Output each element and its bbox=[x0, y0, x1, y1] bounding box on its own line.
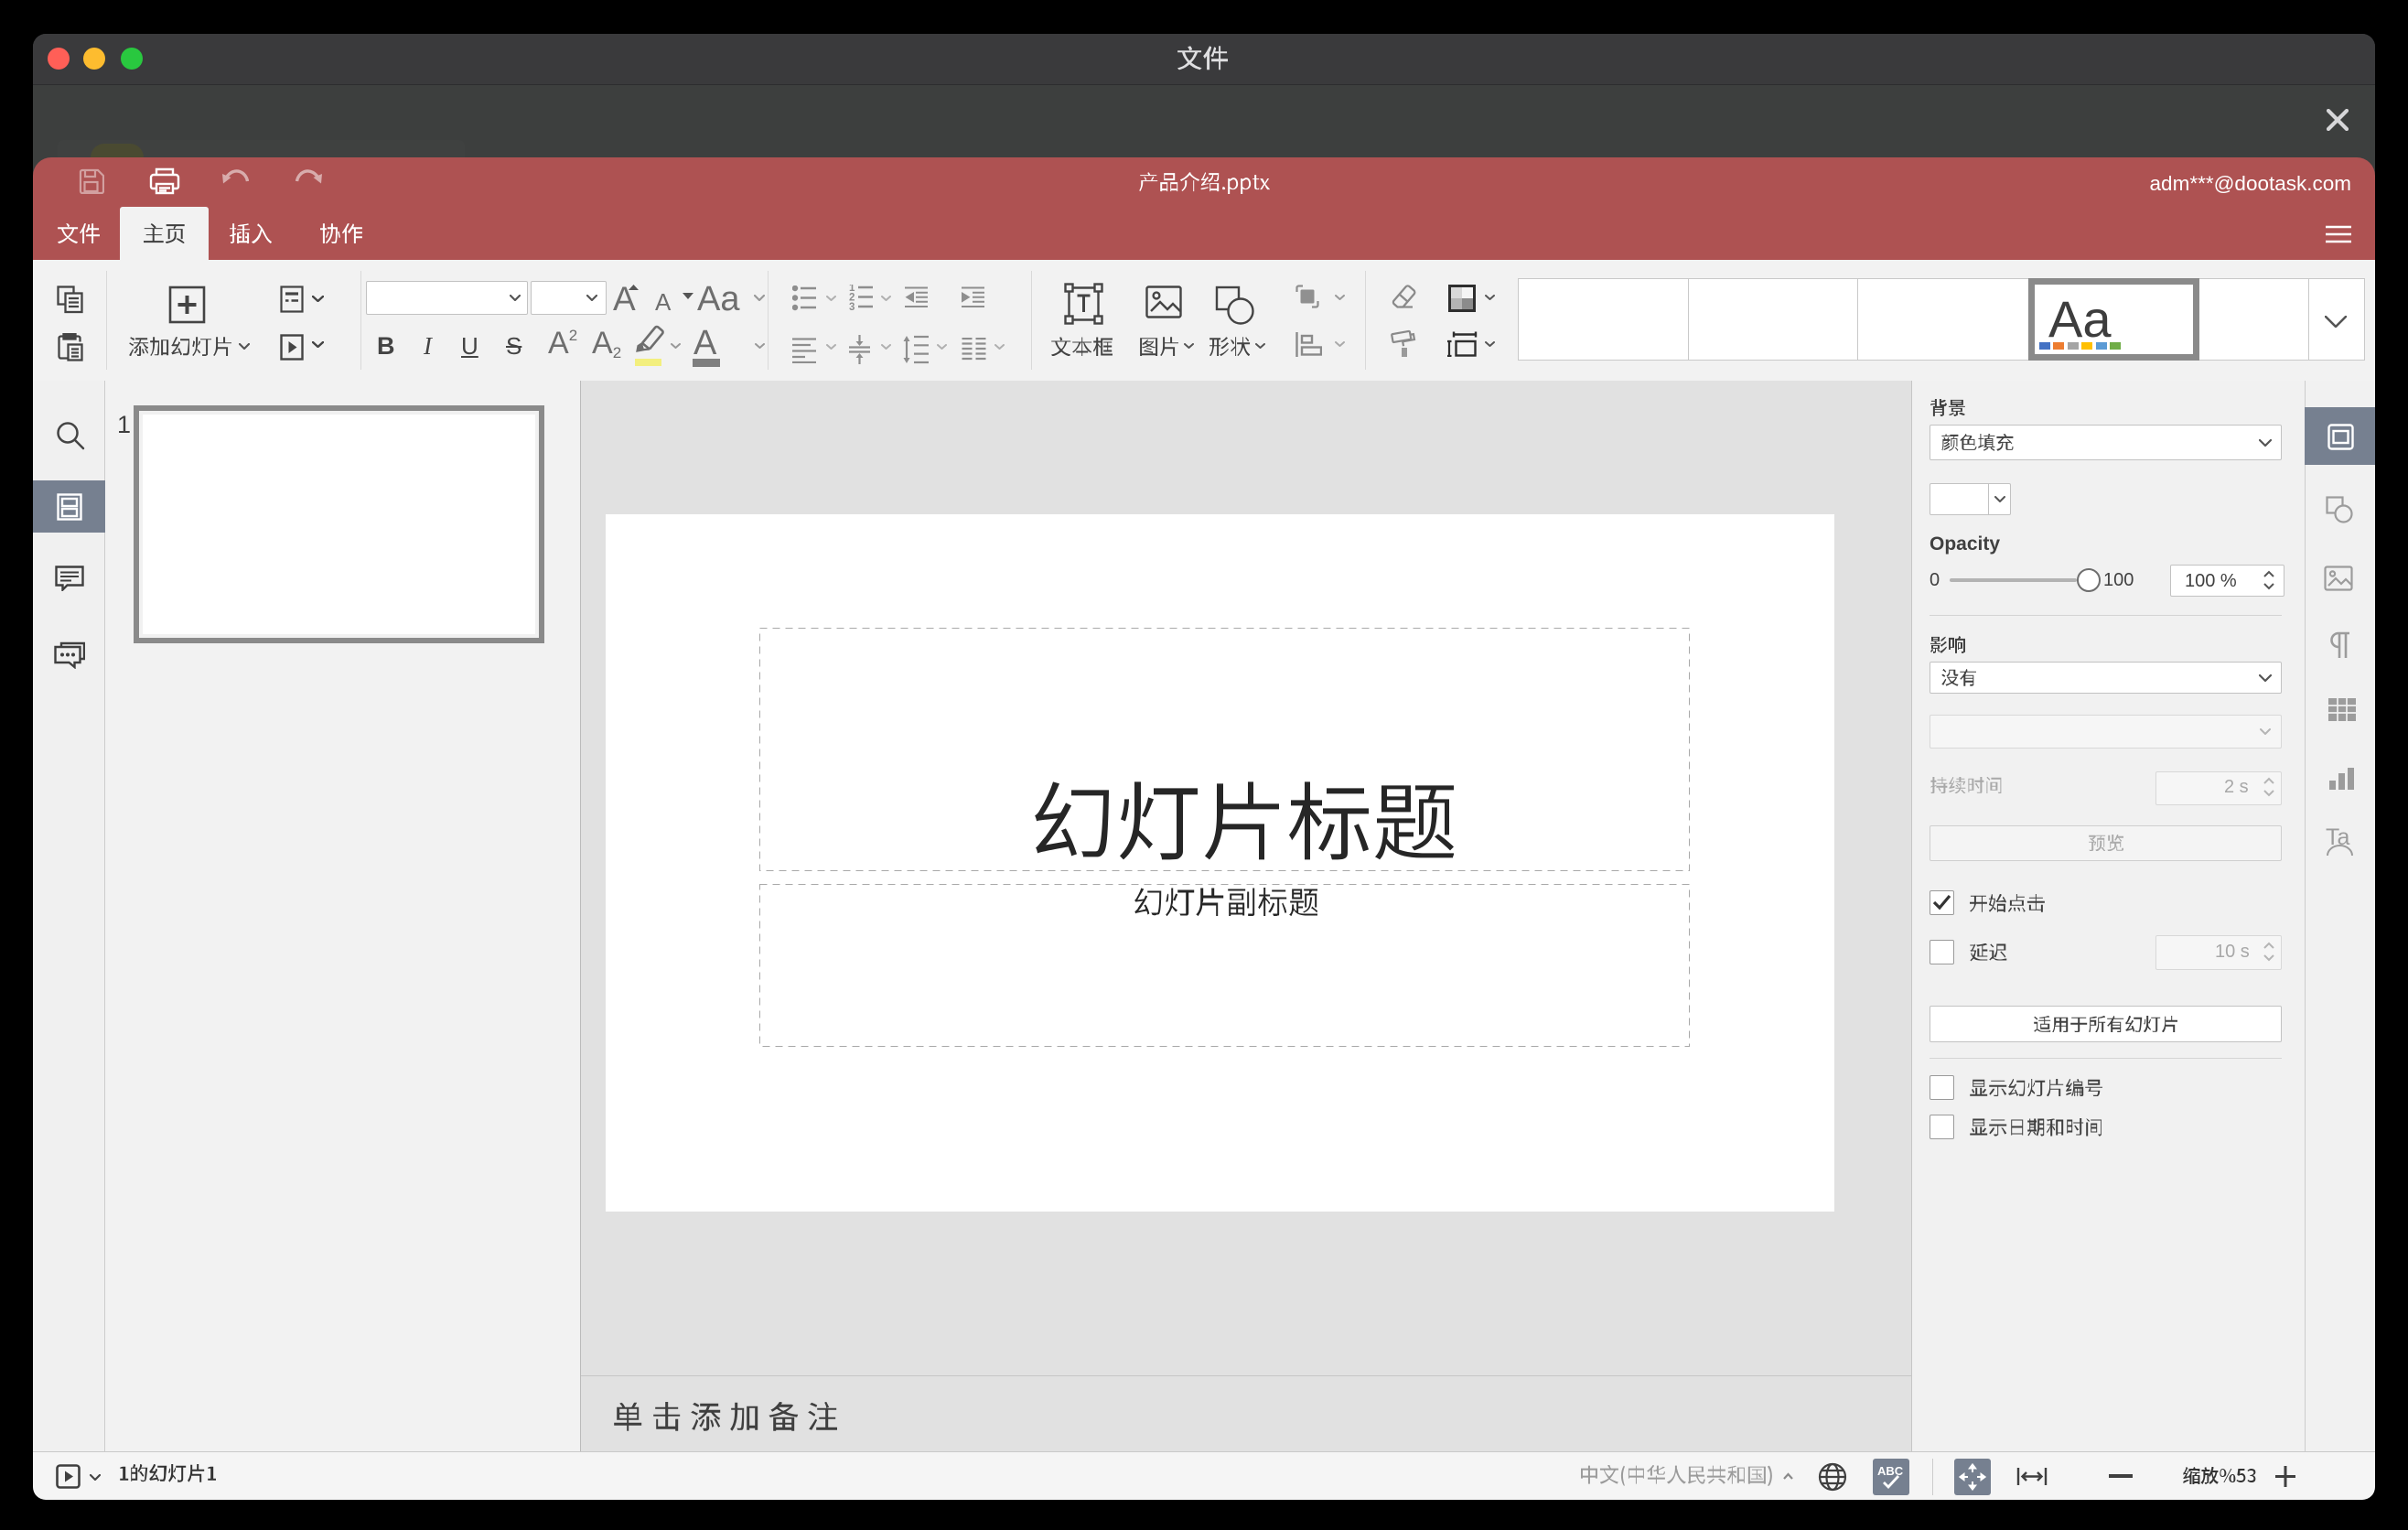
svg-text:ABC: ABC bbox=[1877, 1464, 1904, 1478]
svg-text:3: 3 bbox=[849, 302, 855, 312]
